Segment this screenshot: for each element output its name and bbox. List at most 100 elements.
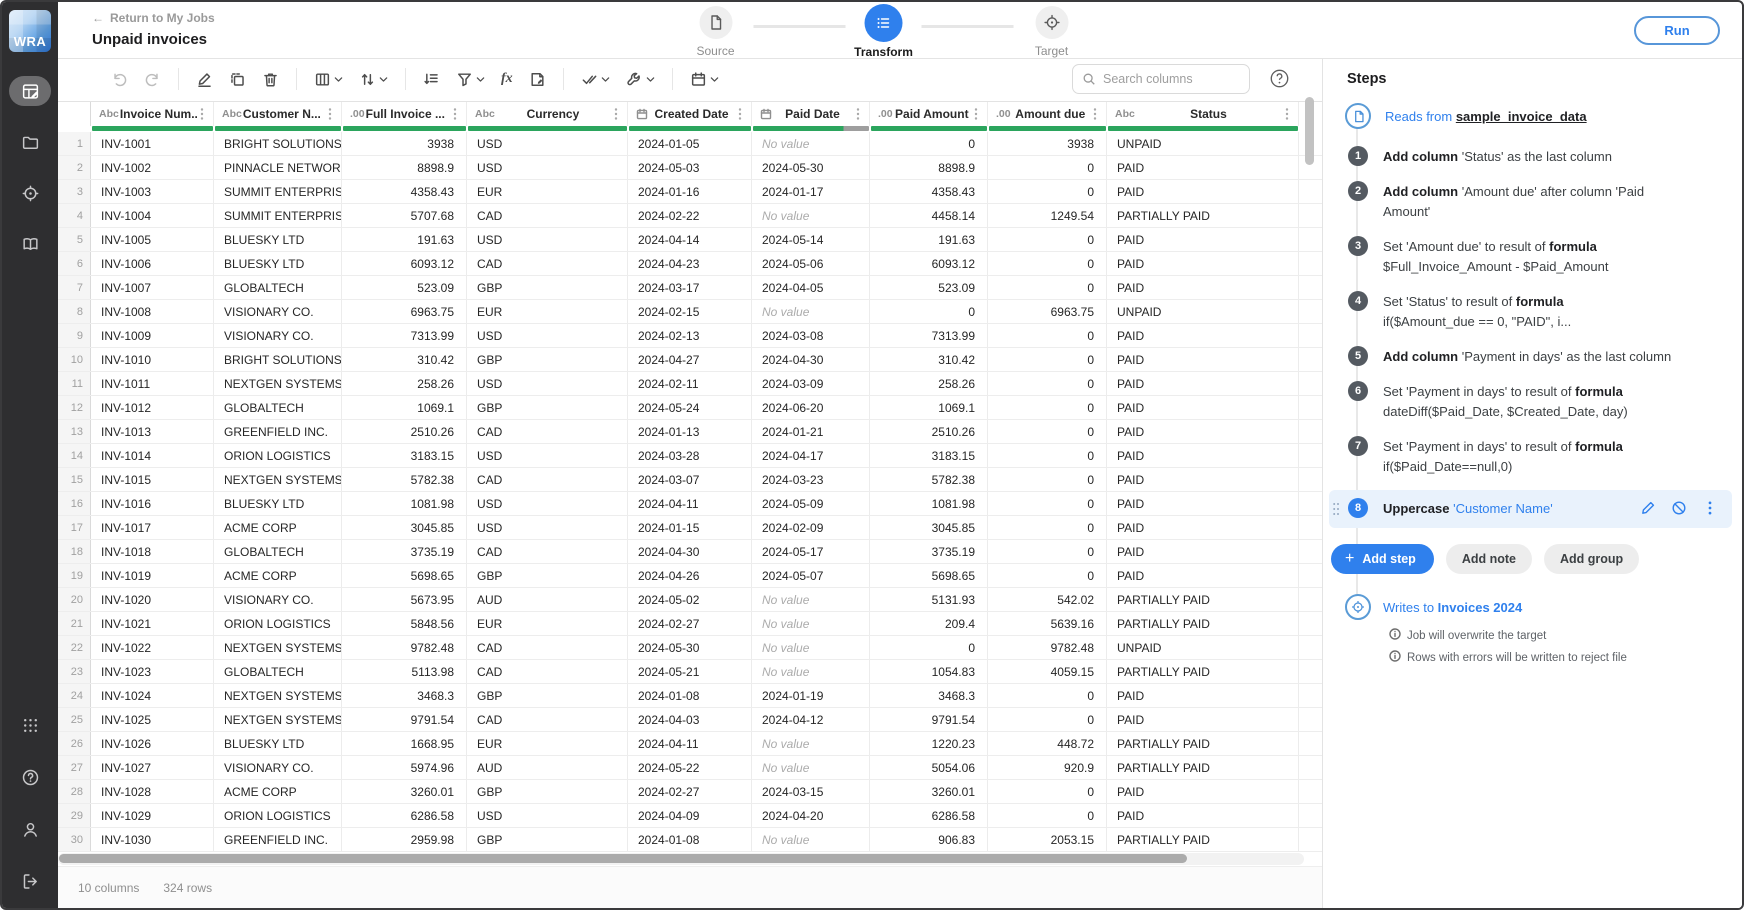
cell[interactable]: 2024-02-27	[628, 612, 752, 635]
writes-row[interactable]: Writes to Invoices 2024	[1345, 594, 1726, 620]
cell[interactable]: CAD	[467, 468, 628, 491]
jobs-icon[interactable]	[9, 76, 51, 106]
cell[interactable]: No value	[752, 732, 870, 755]
cell[interactable]: NEXTGEN SYSTEMS	[214, 372, 342, 395]
column-quality-bar[interactable]	[92, 126, 213, 131]
cell[interactable]: USD	[467, 324, 628, 347]
cell[interactable]: 2510.26	[342, 420, 467, 443]
cell[interactable]: EUR	[467, 612, 628, 635]
cell[interactable]: 542.02	[988, 588, 1107, 611]
cell[interactable]: 2024-03-07	[628, 468, 752, 491]
filter-icon[interactable]	[451, 66, 490, 92]
cell[interactable]: 2024-01-21	[752, 420, 870, 443]
cell[interactable]: 2024-02-22	[628, 204, 752, 227]
cell[interactable]: 0	[988, 708, 1107, 731]
column-quality-bar[interactable]	[343, 126, 466, 131]
cell[interactable]: 906.83	[870, 828, 988, 851]
cell[interactable]: GREENFIELD INC.	[214, 420, 342, 443]
cell[interactable]: 9782.48	[342, 636, 467, 659]
cell[interactable]: No value	[752, 612, 870, 635]
schedule-icon[interactable]	[685, 66, 724, 92]
column-header[interactable]: AbcCurrency	[467, 102, 628, 126]
cell[interactable]: BLUESKY LTD	[214, 492, 342, 515]
edit-step-icon[interactable]	[1640, 500, 1656, 521]
cell[interactable]: VISIONARY CO.	[214, 300, 342, 323]
cell[interactable]: 1249.54	[988, 204, 1107, 227]
cell[interactable]: GLOBALTECH	[214, 540, 342, 563]
cell[interactable]: BLUESKY LTD	[214, 252, 342, 275]
cell[interactable]: 0	[988, 516, 1107, 539]
cell[interactable]: INV-1021	[91, 612, 214, 635]
cell[interactable]: 1220.23	[870, 732, 988, 755]
tools-icon[interactable]	[621, 66, 660, 92]
cell[interactable]: 6286.58	[342, 804, 467, 827]
cell[interactable]: 0	[988, 276, 1107, 299]
cell[interactable]: 2024-04-27	[628, 348, 752, 371]
cell[interactable]: PARTIALLY PAID	[1107, 828, 1299, 851]
cell[interactable]: 3735.19	[342, 540, 467, 563]
cell[interactable]: USD	[467, 372, 628, 395]
cell[interactable]: 2024-03-17	[628, 276, 752, 299]
cell[interactable]: INV-1019	[91, 564, 214, 587]
cell[interactable]: 2024-01-19	[752, 684, 870, 707]
cell[interactable]: PAID	[1107, 540, 1299, 563]
cell[interactable]: UNPAID	[1107, 132, 1299, 155]
cell[interactable]: 0	[988, 564, 1107, 587]
column-header[interactable]: .00Full Invoice ...	[342, 102, 467, 126]
column-menu-icon[interactable]	[1282, 107, 1292, 121]
cell[interactable]: 209.4	[870, 612, 988, 635]
cell[interactable]: CAD	[467, 708, 628, 731]
cell[interactable]: 191.63	[870, 228, 988, 251]
cell[interactable]: 2024-02-13	[628, 324, 752, 347]
cell[interactable]: 0	[988, 444, 1107, 467]
cell[interactable]: 0	[988, 780, 1107, 803]
cell[interactable]: 8898.9	[342, 156, 467, 179]
cell[interactable]: No value	[752, 828, 870, 851]
column-menu-icon[interactable]	[853, 107, 863, 121]
cell[interactable]: 1668.95	[342, 732, 467, 755]
datasets-icon[interactable]	[9, 127, 51, 157]
recipe-step-7[interactable]: 7Set 'Payment in days' to result of form…	[1347, 435, 1726, 477]
cell[interactable]: PAID	[1107, 804, 1299, 827]
column-quality-bar[interactable]	[989, 126, 1106, 131]
cell[interactable]: USD	[467, 132, 628, 155]
reads-from-step[interactable]: Reads from sample_invoice_data	[1347, 103, 1726, 129]
cell[interactable]: PAID	[1107, 156, 1299, 179]
cell[interactable]: 5698.65	[870, 564, 988, 587]
cell[interactable]: 7313.99	[870, 324, 988, 347]
cell[interactable]: 2024-04-30	[628, 540, 752, 563]
cell[interactable]: 7313.99	[342, 324, 467, 347]
step-menu-icon[interactable]	[1702, 500, 1718, 521]
cell[interactable]: 3260.01	[342, 780, 467, 803]
cell[interactable]: 0	[988, 252, 1107, 275]
cell[interactable]: INV-1008	[91, 300, 214, 323]
cell[interactable]: PARTIALLY PAID	[1107, 660, 1299, 683]
cell[interactable]: INV-1022	[91, 636, 214, 659]
column-quality-bar[interactable]	[871, 126, 987, 131]
cell[interactable]: SUMMIT ENTERPRISES	[214, 180, 342, 203]
recipe-step-2[interactable]: 2Add column 'Amount due' after column 'P…	[1347, 180, 1726, 222]
cell[interactable]: NEXTGEN SYSTEMS	[214, 684, 342, 707]
cell[interactable]: PAID	[1107, 372, 1299, 395]
cell[interactable]: 2024-01-05	[628, 132, 752, 155]
disable-step-icon[interactable]	[1671, 500, 1687, 521]
column-header[interactable]: .00Paid Amount	[870, 102, 988, 126]
search-columns-input[interactable]	[1103, 72, 1240, 86]
cell[interactable]: 6963.75	[988, 300, 1107, 323]
cell[interactable]: PARTIALLY PAID	[1107, 732, 1299, 755]
cell[interactable]: PAID	[1107, 516, 1299, 539]
column-header[interactable]: Created Date	[628, 102, 752, 126]
cell[interactable]: CAD	[467, 636, 628, 659]
cell[interactable]: 5974.96	[342, 756, 467, 779]
cell[interactable]: 191.63	[342, 228, 467, 251]
add-note-button[interactable]: Add note	[1446, 544, 1532, 574]
cell[interactable]: INV-1004	[91, 204, 214, 227]
cell[interactable]: INV-1002	[91, 156, 214, 179]
run-button[interactable]: Run	[1634, 16, 1720, 45]
cell[interactable]: 0	[988, 228, 1107, 251]
columns-icon[interactable]	[309, 66, 348, 92]
cell[interactable]: 0	[870, 132, 988, 155]
cell[interactable]: ACME CORP	[214, 780, 342, 803]
formula-icon[interactable]: fx	[496, 67, 518, 91]
cell[interactable]: VISIONARY CO.	[214, 324, 342, 347]
